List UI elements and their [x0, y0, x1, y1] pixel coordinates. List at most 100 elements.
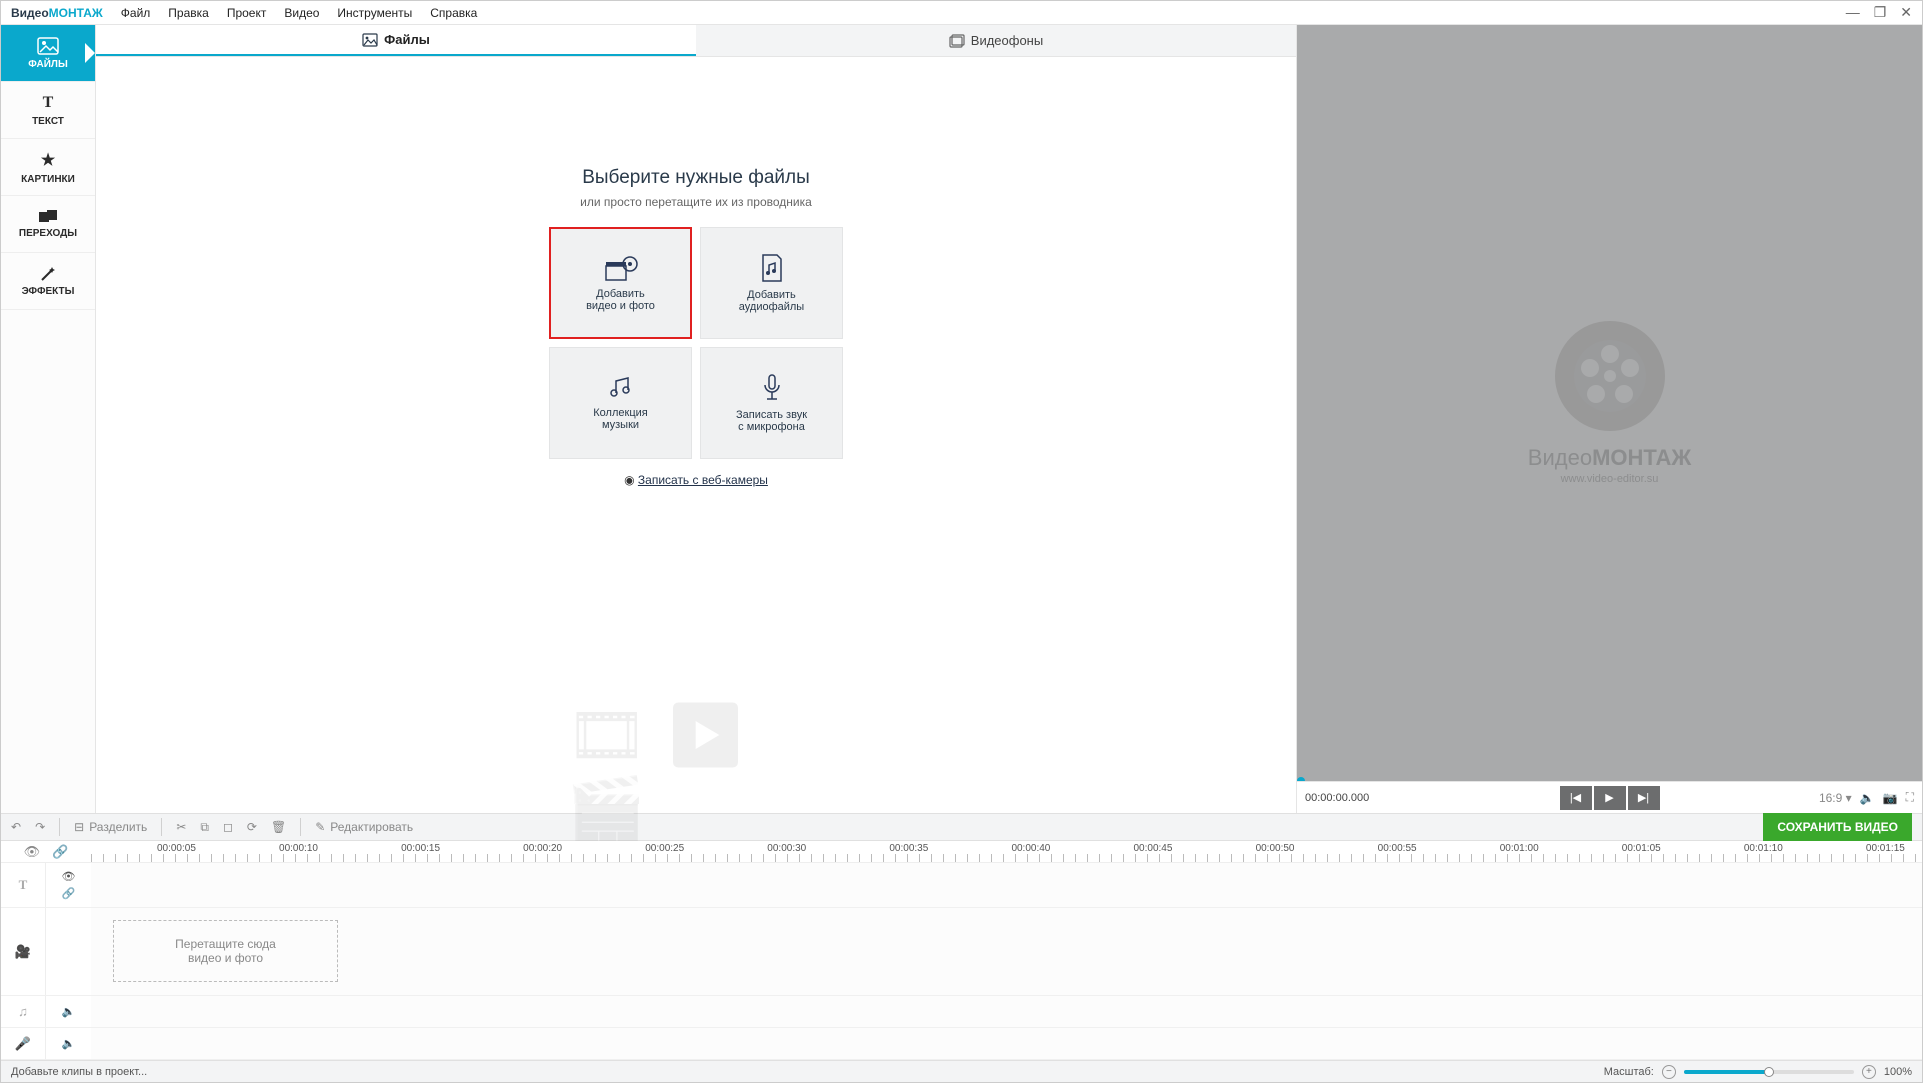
track-music-icon[interactable]: ♫ [1, 996, 46, 1027]
menu-project[interactable]: Проект [227, 6, 267, 20]
menu-video[interactable]: Видео [284, 6, 319, 20]
zoom-out-button[interactable]: − [1662, 1065, 1676, 1079]
next-frame-button[interactable]: ▶| [1628, 786, 1660, 810]
menu-help[interactable]: Справка [430, 6, 477, 20]
nav-transitions[interactable]: ПЕРЕХОДЫ [1, 196, 95, 253]
link-icon[interactable]: 🔗 [52, 844, 68, 860]
ruler-tick: 00:00:30 [767, 843, 806, 854]
nav-label: ТЕКСТ [32, 116, 64, 127]
zoom-value: 100% [1884, 1066, 1912, 1078]
save-video-button[interactable]: СОХРАНИТЬ ВИДЕО [1763, 813, 1912, 841]
zoom-label: Масштаб: [1604, 1066, 1654, 1078]
redo-icon[interactable]: ↷ [35, 820, 45, 834]
eye-icon[interactable]: 👁 [24, 844, 41, 860]
ruler-tick: 00:00:45 [1134, 843, 1173, 854]
reel-icon [1555, 321, 1665, 431]
menu-tools[interactable]: Инструменты [337, 6, 412, 20]
play-button[interactable]: ▶ [1594, 786, 1626, 810]
menu-edit[interactable]: Правка [168, 6, 209, 20]
split-button[interactable]: ⊟ Разделить [74, 820, 147, 834]
nav-label: ЭФФЕКТЫ [22, 286, 75, 297]
star-icon: ★ [41, 150, 55, 170]
prev-frame-button[interactable]: |◀ [1560, 786, 1592, 810]
webcam-icon: ◉ [624, 473, 634, 487]
center-subtitle: или просто перетащите их из проводника [580, 195, 812, 209]
volume-icon[interactable]: 🔈 [1860, 791, 1875, 805]
ruler-tick: 00:00:10 [279, 843, 318, 854]
tab-files[interactable]: Файлы [96, 25, 696, 56]
rotate-icon[interactable]: ⟳ [247, 820, 257, 834]
maximize-icon[interactable]: ❐ [1874, 4, 1887, 21]
nav-label: ФАЙЛЫ [28, 59, 68, 70]
preview-brand: ВидеоМОНТАЖ [1528, 445, 1691, 471]
track-volume-icon[interactable]: 🔈 [62, 1005, 76, 1018]
ruler-tick: 00:00:50 [1256, 843, 1295, 854]
tab-label: Файлы [384, 32, 430, 47]
menu-file[interactable]: Файл [121, 6, 151, 20]
ruler-tick: 00:01:05 [1622, 843, 1661, 854]
ruler-tick: 00:00:40 [1011, 843, 1050, 854]
transitions-icon [39, 210, 57, 224]
video-dropzone[interactable]: Перетащите сюда видео и фото [113, 920, 338, 982]
backgrounds-tab-icon [949, 34, 965, 48]
microphone-icon [760, 373, 784, 403]
preview-url: www.video-editor.su [1561, 473, 1659, 485]
track-video-icon[interactable]: 🎥 [1, 908, 46, 995]
chain-icon[interactable]: 🔗 [62, 887, 76, 900]
track-volume-icon[interactable]: 🔈 [62, 1037, 76, 1050]
status-bar: Добавьте клипы в проект... Масштаб: − + … [1, 1060, 1922, 1082]
add-video-photo-button[interactable]: Добавитьвидео и фото [549, 227, 692, 339]
text-icon: T [43, 94, 54, 112]
center-title: Выберите нужные файлы [582, 167, 810, 189]
source-tabs: Файлы Видеофоны [96, 25, 1296, 57]
ruler-tick: 00:01:10 [1744, 843, 1783, 854]
ruler-tick: 00:00:20 [523, 843, 562, 854]
tab-backgrounds[interactable]: Видеофоны [696, 25, 1296, 56]
record-webcam-link[interactable]: ◉ Записать с веб-камеры [624, 473, 768, 487]
copy-icon[interactable]: ⧉ [200, 820, 209, 835]
close-icon[interactable]: ✕ [1900, 4, 1912, 21]
add-audio-button[interactable]: Добавитьаудиофайлы [700, 227, 843, 339]
ruler-tick: 00:00:05 [157, 843, 196, 854]
track-text-icon[interactable]: T [1, 863, 46, 907]
nav-files[interactable]: ФАЙЛЫ [1, 25, 95, 82]
cut-icon[interactable]: ✂ [176, 820, 186, 834]
music-collection-button[interactable]: Коллекциямузыки [549, 347, 692, 459]
tab-label: Видеофоны [971, 33, 1043, 48]
edit-button[interactable]: ✎ Редактировать [315, 820, 413, 834]
ruler-tick: 00:01:15 [1866, 843, 1905, 854]
undo-icon[interactable]: ↶ [11, 820, 21, 834]
minimize-icon[interactable]: — [1846, 4, 1860, 21]
timeline-ruler[interactable]: 👁 🔗 00:00:0500:00:1000:00:1500:00:2000:0… [1, 841, 1922, 863]
fullscreen-icon[interactable]: ⛶ [1906, 790, 1914, 805]
track-audio-1: ♫ 🔈 [1, 996, 1922, 1028]
files-tab-icon [362, 33, 378, 47]
wand-icon [40, 266, 56, 282]
nav-label: КАРТИНКИ [21, 174, 75, 185]
track-mic-icon[interactable]: 🎤 [1, 1028, 46, 1059]
left-nav: ФАЙЛЫ T ТЕКСТ ★ КАРТИНКИ ПЕРЕХОДЫ ЭФФЕ [1, 25, 96, 813]
visibility-icon[interactable]: 👁 [62, 870, 76, 883]
aspect-ratio-selector[interactable]: 16:9 ▾ [1819, 791, 1852, 805]
crop-icon[interactable]: ◻ [223, 820, 233, 834]
ruler-tick: 00:00:25 [645, 843, 684, 854]
track-audio-2: 🎤 🔈 [1, 1028, 1922, 1060]
preview-viewport: ВидеоМОНТАЖ www.video-editor.su [1297, 25, 1922, 781]
nav-text[interactable]: T ТЕКСТ [1, 82, 95, 139]
timecode: 00:00:00.000 [1305, 792, 1369, 804]
timeline-toolbar: ↶ ↷ ⊟ Разделить ✂ ⧉ ◻ ⟳ 🗑 ✎ Редактироват… [1, 813, 1922, 841]
audio-file-icon [759, 253, 785, 283]
zoom-in-button[interactable]: + [1862, 1065, 1876, 1079]
pencil-icon: ✎ [315, 820, 325, 834]
nav-label: ПЕРЕХОДЫ [19, 228, 77, 239]
record-mic-button[interactable]: Записать звукс микрофона [700, 347, 843, 459]
delete-icon[interactable]: 🗑 [271, 820, 286, 834]
split-icon: ⊟ [74, 820, 84, 834]
snapshot-icon[interactable]: 📷 [1883, 791, 1898, 805]
music-notes-icon [606, 375, 636, 401]
nav-pictures[interactable]: ★ КАРТИНКИ [1, 139, 95, 196]
nav-effects[interactable]: ЭФФЕКТЫ [1, 253, 95, 310]
zoom-slider[interactable] [1684, 1070, 1854, 1074]
preview-panel: ВидеоМОНТАЖ www.video-editor.su 00:00:00… [1297, 25, 1922, 813]
ruler-tick: 00:00:35 [889, 843, 928, 854]
